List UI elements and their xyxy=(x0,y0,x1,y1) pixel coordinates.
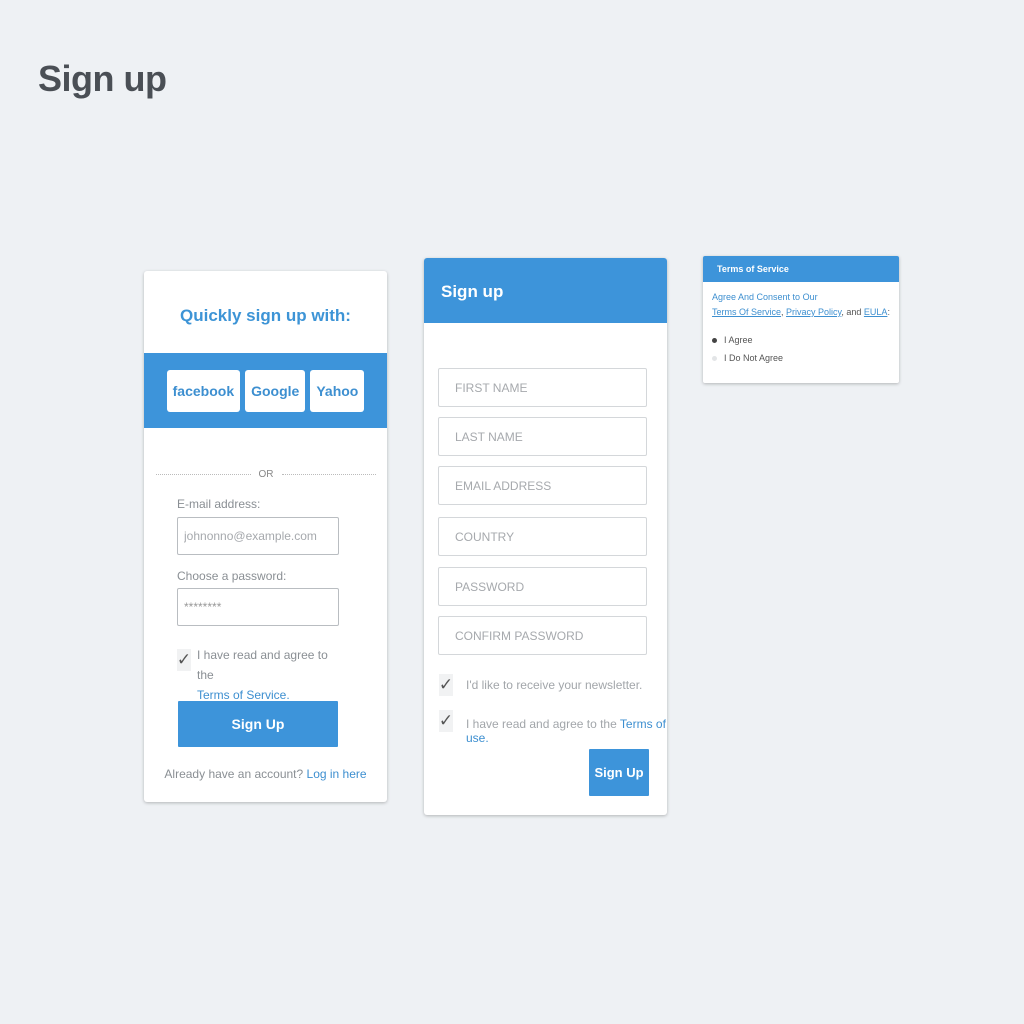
checkmark-icon: ✓ xyxy=(176,650,192,669)
newsletter-label: I'd like to receive your newsletter. xyxy=(466,678,643,692)
quick-signup-card: Quickly sign up with: facebook Google Ya… xyxy=(144,271,387,802)
newsletter-checkbox[interactable]: ✓ xyxy=(439,674,453,696)
email-field[interactable] xyxy=(177,517,339,555)
checkmark-icon: ✓ xyxy=(438,675,454,694)
confirm-password-field[interactable] xyxy=(438,616,647,655)
quick-signup-title: Quickly sign up with: xyxy=(180,306,351,325)
or-divider: OR xyxy=(156,467,376,481)
divider-line xyxy=(156,473,251,475)
already-account-text: Already have an account? xyxy=(164,767,304,781)
consent-text: Agree And Consent to Our Terms Of Servic… xyxy=(712,290,894,320)
disagree-label: I Do Not Agree xyxy=(724,353,784,363)
disagree-option[interactable]: I Do Not Agree xyxy=(712,353,783,363)
password-field[interactable] xyxy=(177,588,339,626)
last-name-field[interactable] xyxy=(438,417,647,456)
page-title: Sign up xyxy=(38,58,167,99)
login-link[interactable]: Log in here xyxy=(307,767,367,781)
terms-text: I have read and agree to the xyxy=(466,717,617,731)
google-button[interactable]: Google xyxy=(245,369,306,412)
eula-link[interactable]: EULA xyxy=(864,307,888,317)
email-label: E-mail address: xyxy=(177,497,261,511)
first-name-field[interactable] xyxy=(438,368,647,407)
terms-of-service-link[interactable]: Terms Of Service xyxy=(712,307,781,317)
signup-form-card: Sign up ✓ I'd like to receive your newsl… xyxy=(424,258,667,815)
signup-button[interactable]: Sign Up xyxy=(589,749,649,796)
consent-intro: Agree And Consent to Our xyxy=(712,292,818,302)
or-label: OR xyxy=(258,468,274,480)
divider-line xyxy=(281,473,376,475)
radio-unselected[interactable] xyxy=(712,355,717,361)
email-address-field[interactable] xyxy=(438,466,647,505)
country-field[interactable] xyxy=(438,517,647,556)
password-label: Choose a password: xyxy=(177,569,287,583)
colon: : xyxy=(887,307,890,317)
social-signup-band: facebook Google Yahoo xyxy=(144,353,387,428)
terms-text: I have read and agree to the xyxy=(197,648,328,682)
terms-checkbox[interactable]: ✓ xyxy=(177,649,191,671)
agree-option[interactable]: I Agree xyxy=(712,335,753,345)
agree-label: I Agree xyxy=(724,335,753,345)
card-title: Sign up xyxy=(441,282,504,301)
yahoo-button[interactable]: Yahoo xyxy=(310,369,365,412)
terms-agreement: I have read and agree to the Terms of Se… xyxy=(197,645,347,705)
privacy-policy-link[interactable]: Privacy Policy xyxy=(786,307,841,317)
terms-of-service-card: Terms of Service Agree And Consent to Ou… xyxy=(703,256,899,383)
card-header: Sign up xyxy=(424,258,667,323)
facebook-button[interactable]: facebook xyxy=(166,369,241,412)
login-prompt: Already have an account? Log in here xyxy=(144,767,387,781)
card-header: Terms of Service xyxy=(703,256,899,282)
password-field[interactable] xyxy=(438,567,647,606)
signup-button[interactable]: Sign Up xyxy=(178,701,338,747)
checkmark-icon: ✓ xyxy=(438,711,454,730)
radio-selected[interactable] xyxy=(712,337,717,343)
terms-checkbox[interactable]: ✓ xyxy=(439,710,453,732)
terms-label: I have read and agree to the Terms of us… xyxy=(466,717,667,745)
separator: , and xyxy=(841,307,864,317)
card-title: Terms of Service xyxy=(717,264,789,274)
